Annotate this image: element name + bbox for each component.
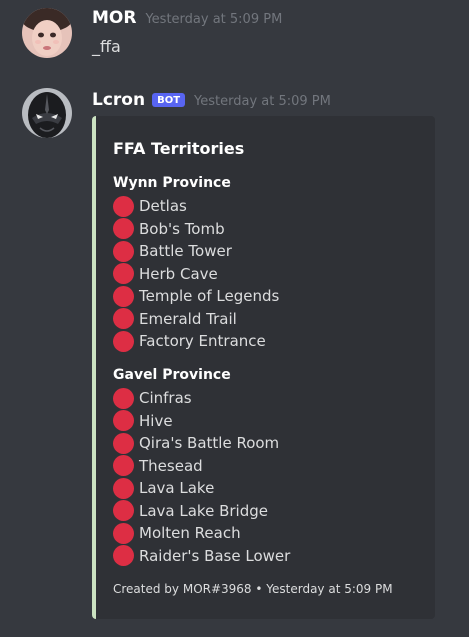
username[interactable]: Lcron bbox=[92, 90, 145, 110]
red-circle-icon bbox=[113, 455, 134, 477]
embed-title: FFA Territories bbox=[113, 139, 245, 158]
territory-name: Cinfras bbox=[139, 389, 192, 408]
territory-name: Raider's Base Lower bbox=[139, 546, 291, 565]
territory-name: Lava Lake Bridge bbox=[139, 501, 268, 520]
timestamp[interactable]: Yesterday at 5:09 PM bbox=[145, 12, 282, 27]
territory-item: Herb Cave bbox=[113, 263, 279, 286]
red-circle-icon bbox=[113, 195, 134, 217]
red-circle-icon bbox=[113, 240, 134, 262]
territory-list: Detlas Bob's Tomb Battle Tower Herb Cave Tem… bbox=[113, 195, 279, 353]
territory-name: Bob's Tomb bbox=[139, 219, 225, 238]
territory-item: Molten Reach bbox=[113, 522, 290, 545]
territory-item: Hive bbox=[113, 410, 290, 433]
red-circle-icon bbox=[113, 545, 134, 567]
avatar-lcron[interactable] bbox=[22, 88, 72, 138]
message-header: MOR Yesterday at 5:09 PM bbox=[92, 8, 282, 28]
territory-item: Cinfras bbox=[113, 387, 290, 410]
territory-list: Cinfras Hive Qira's Battle Room Thesead Lava… bbox=[113, 387, 290, 567]
red-circle-icon bbox=[113, 387, 134, 409]
territory-name: Hive bbox=[139, 411, 173, 430]
message-header: Lcron BOT Yesterday at 5:09 PM bbox=[92, 90, 331, 110]
territory-name: Herb Cave bbox=[139, 264, 218, 283]
territory-item: Battle Tower bbox=[113, 240, 279, 263]
territory-name: Lava Lake bbox=[139, 479, 215, 498]
field-name: Gavel Province bbox=[113, 367, 231, 383]
territory-item: Factory Entrance bbox=[113, 330, 279, 353]
red-circle-icon bbox=[113, 330, 134, 352]
red-circle-icon bbox=[113, 285, 134, 307]
territory-name: Factory Entrance bbox=[139, 332, 266, 351]
territory-item: Temple of Legends bbox=[113, 285, 279, 308]
territory-item: Raider's Base Lower bbox=[113, 545, 290, 568]
message-content: _ffa bbox=[92, 37, 121, 56]
territory-name: Emerald Trail bbox=[139, 309, 237, 328]
territory-item: Lava Lake bbox=[113, 477, 290, 500]
territory-item: Lava Lake Bridge bbox=[113, 500, 290, 523]
red-circle-icon bbox=[113, 522, 134, 544]
territory-item: Thesead bbox=[113, 455, 290, 478]
embed-footer: Created by MOR#3968 • Yesterday at 5:09 … bbox=[113, 582, 393, 596]
bot-tag: BOT bbox=[152, 93, 186, 107]
territory-name: Temple of Legends bbox=[139, 287, 280, 306]
territory-item: Emerald Trail bbox=[113, 308, 279, 331]
user-avatar-image bbox=[22, 8, 72, 58]
territory-name: Molten Reach bbox=[139, 524, 241, 543]
territory-item: Qira's Battle Room bbox=[113, 432, 290, 455]
territory-name: Qira's Battle Room bbox=[139, 434, 280, 453]
avatar-mor[interactable] bbox=[22, 8, 72, 58]
red-circle-icon bbox=[113, 500, 134, 522]
field-name: Wynn Province bbox=[113, 175, 231, 191]
embed: FFA Territories Wynn Province Detlas Bob'… bbox=[92, 116, 435, 619]
red-circle-icon bbox=[113, 410, 134, 432]
red-circle-icon bbox=[113, 432, 134, 454]
embed-field-wynn-province: Wynn Province Detlas Bob's Tomb Battle Tow… bbox=[113, 173, 279, 353]
embed-field-gavel-province: Gavel Province Cinfras Hive Qira's Battle … bbox=[113, 365, 290, 567]
bot-avatar-image bbox=[22, 88, 72, 138]
red-circle-icon bbox=[113, 308, 134, 330]
red-circle-icon bbox=[113, 218, 134, 240]
red-circle-icon bbox=[113, 263, 134, 285]
username[interactable]: MOR bbox=[92, 8, 136, 28]
message-mor: MOR Yesterday at 5:09 PM _ffa bbox=[0, 0, 469, 80]
timestamp[interactable]: Yesterday at 5:09 PM bbox=[194, 94, 331, 109]
territory-name: Battle Tower bbox=[139, 242, 232, 261]
territory-name: Thesead bbox=[139, 456, 203, 475]
territory-item: Detlas bbox=[113, 195, 279, 218]
territory-item: Bob's Tomb bbox=[113, 218, 279, 241]
territory-name: Detlas bbox=[139, 197, 187, 216]
red-circle-icon bbox=[113, 477, 134, 499]
